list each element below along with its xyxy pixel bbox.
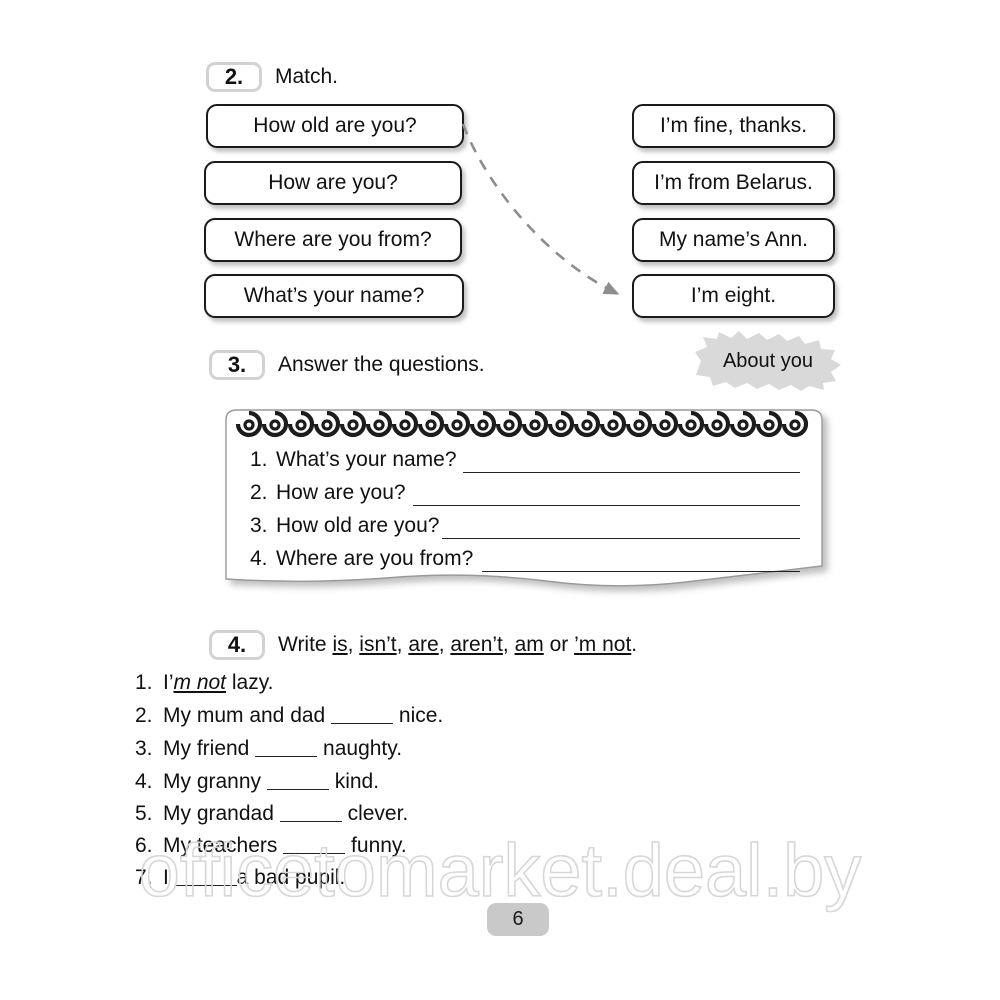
- match-right-option-1[interactable]: I’m fine, thanks.: [632, 104, 835, 148]
- exercise-2-heading: 2. Match.: [206, 62, 338, 92]
- exercise-4-word-m-not: ’m not: [574, 633, 632, 656]
- notepad-answer-line-1[interactable]: [463, 472, 800, 473]
- exercise-3-heading: 3. Answer the questions.: [209, 350, 485, 380]
- notepad-question-2-text: How are you?: [276, 481, 406, 504]
- exercise-4-item-6-before: My teachers: [163, 834, 284, 857]
- exercise-4-title-end: .: [631, 633, 638, 656]
- notepad-question-2-number: 2.: [250, 481, 268, 504]
- notepad-answer-line-3[interactable]: [442, 538, 800, 539]
- exercise-4-item-4-after: kind.: [328, 770, 380, 793]
- match-right-option-2-label: I’m from Belarus.: [654, 171, 813, 194]
- exercise-4-item-7: 7. I a bad pupil.: [135, 866, 345, 890]
- notepad-question-3-number: 3.: [250, 514, 268, 537]
- exercise-4-title: Write is, isn’t, are, aren’t, am or ’m n…: [278, 633, 638, 656]
- exercise-4-item-7-after: a bad pupil.: [236, 866, 346, 889]
- exercise-4-item-1: 1. I’m not lazy.: [135, 671, 274, 695]
- exercise-4-word-is: is: [332, 633, 348, 656]
- match-left-option-1-label: How old are you?: [253, 114, 417, 137]
- match-left-option-3-label: Where are you from?: [234, 228, 432, 251]
- exercise-4-item-4: 4. My granny kind.: [135, 770, 379, 794]
- match-right-option-4-label: I’m eight.: [690, 284, 777, 307]
- match-left-option-4[interactable]: What’s your name?: [204, 274, 464, 318]
- notepad: 1. What’s your name? 2. How are you? 3. …: [216, 398, 836, 608]
- notepad-question-4-number: 4.: [250, 547, 268, 570]
- exercise-4-item-5-after: clever.: [341, 802, 409, 825]
- match-left-option-4-label: What’s your name?: [243, 284, 425, 307]
- exercise-4-item-1-answer: m not: [173, 671, 227, 694]
- match-right-option-3-label: My name’s Ann.: [658, 228, 809, 251]
- notepad-spiral-rings: [235, 410, 809, 438]
- exercise-4-item-4-blank[interactable]: [266, 789, 329, 790]
- match-left-option-2-label: How are you?: [268, 171, 398, 194]
- about-you-label: About you: [722, 349, 814, 372]
- exercise-4-item-5: 5. My grandad clever.: [135, 802, 408, 826]
- exercise-4-item-5-number: 5.: [135, 802, 153, 825]
- exercise-4-item-7-before: I: [163, 866, 175, 889]
- exercise-4-item-4-number: 4.: [135, 770, 153, 793]
- exercise-4-item-6-after: funny.: [345, 834, 407, 857]
- page-number: 6: [487, 903, 549, 936]
- exercise-4-item-5-blank[interactable]: [279, 821, 342, 822]
- exercise-2-title: Match.: [275, 65, 339, 88]
- exercise-4-item-5-before: My grandad: [163, 802, 280, 825]
- exercise-4-item-2-blank[interactable]: [331, 723, 394, 724]
- exercise-4-word-are: are: [408, 633, 439, 656]
- exercise-4-item-1-number: 1.: [135, 671, 153, 694]
- exercise-4-item-6-number: 6.: [135, 834, 153, 857]
- notepad-question-4-text: Where are you from?: [276, 547, 474, 570]
- match-right-option-3[interactable]: My name’s Ann.: [632, 218, 835, 262]
- exercise-4-word-isnt: isn’t: [359, 633, 397, 656]
- match-right-option-4[interactable]: I’m eight.: [632, 274, 835, 318]
- match-left-option-1[interactable]: How old are you?: [206, 104, 464, 148]
- notepad-question-1-number: 1.: [250, 448, 268, 471]
- exercise-4-word-am: am: [514, 633, 544, 656]
- workbook-page: 2. Match. How old are you? How are you? …: [0, 0, 1000, 1000]
- exercise-4-number-badge: 4.: [209, 630, 265, 660]
- notepad-question-1: 1. What’s your name?: [250, 448, 463, 472]
- exercise-4-item-4-before: My granny: [163, 770, 267, 793]
- exercise-4-item-6: 6. My teachers funny.: [135, 834, 407, 858]
- exercise-4-item-2: 2. My mum and dad nice.: [135, 704, 443, 728]
- exercise-4-item-1-before: I’: [163, 671, 174, 694]
- exercise-4-item-6-blank[interactable]: [283, 853, 346, 854]
- exercise-4-item-3-before: My friend: [163, 737, 256, 760]
- exercise-4-item-2-number: 2.: [135, 704, 153, 727]
- exercise-4-title-prefix: Write: [278, 633, 333, 656]
- exercise-4-item-2-before: My mum and dad: [163, 704, 332, 727]
- match-left-option-3[interactable]: Where are you from?: [204, 218, 462, 262]
- about-you-badge: About you: [693, 330, 843, 392]
- notepad-question-4: 4. Where are you from?: [250, 547, 479, 571]
- exercise-4-item-3-number: 3.: [135, 737, 153, 760]
- exercise-4-item-7-blank[interactable]: [174, 885, 237, 886]
- exercise-4-item-3: 3. My friend naughty.: [135, 737, 402, 761]
- exercise-4-item-7-number: 7.: [135, 866, 153, 889]
- exercise-4-item-1-after: lazy.: [226, 671, 274, 694]
- exercise-2-number-badge: 2.: [206, 62, 262, 92]
- notepad-question-2: 2. How are you?: [250, 481, 412, 505]
- exercise-4-item-3-after: naughty.: [317, 737, 403, 760]
- exercise-4-title-or: or: [543, 633, 575, 656]
- notepad-question-1-text: What’s your name?: [276, 448, 457, 471]
- exercise-3-number-badge: 3.: [209, 350, 265, 380]
- exercise-3-title: Answer the questions.: [278, 353, 485, 376]
- exercise-4-heading: 4. Write is, isn’t, are, aren’t, am or ’…: [209, 630, 637, 660]
- match-right-option-1-label: I’m fine, thanks.: [659, 114, 808, 137]
- notepad-question-3: 3. How old are you?: [250, 514, 445, 538]
- notepad-answer-line-2[interactable]: [413, 505, 800, 506]
- exercise-4-item-3-blank[interactable]: [255, 756, 318, 757]
- exercise-4-item-2-after: nice.: [393, 704, 444, 727]
- match-left-option-2[interactable]: How are you?: [204, 161, 462, 205]
- exercise-4-word-arent: aren’t: [450, 633, 503, 656]
- notepad-question-3-text: How old are you?: [276, 514, 440, 537]
- notepad-answer-line-4[interactable]: [482, 571, 800, 572]
- match-right-option-2[interactable]: I’m from Belarus.: [632, 161, 835, 205]
